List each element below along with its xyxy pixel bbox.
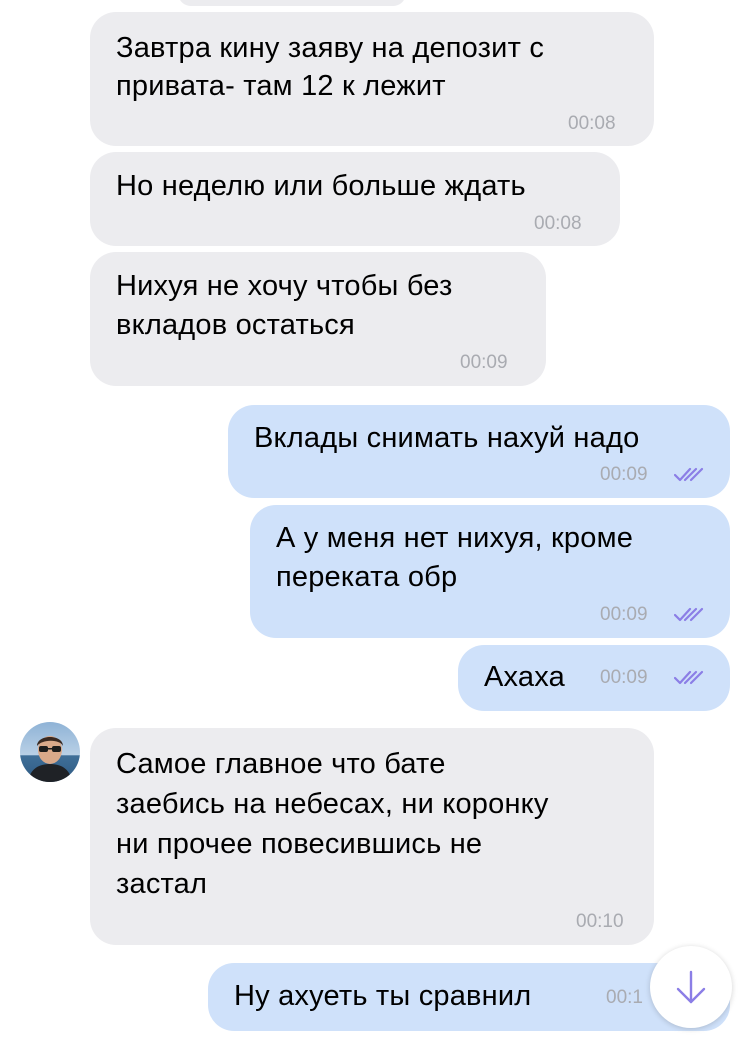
message-text-line: переката обр <box>276 561 458 593</box>
message-timestamp: 00:08 <box>534 213 582 234</box>
message-text-line: заебись на небесах, ни коронку <box>116 788 549 820</box>
message-timestamp: 00:09 <box>600 667 648 688</box>
message-text-line: Самое главное что бате <box>116 748 446 780</box>
message-text-line: застал <box>116 868 208 900</box>
message-timestamp: 00:09 <box>600 604 648 625</box>
message-text-line: Завтра кину заяву на депозит с <box>116 32 545 64</box>
message-text-line: Ну ахуеть ты сравнил <box>234 980 532 1012</box>
message-timestamp: 00:1 <box>606 987 643 1008</box>
double-check-icon <box>674 607 704 622</box>
message-text-line: вкладов остаться <box>116 309 355 341</box>
message-timestamp: 00:09 <box>460 352 508 373</box>
message-text-line: ни прочее повесившись не <box>116 828 483 860</box>
message-text-line: А у меня нет нихуя, кроме <box>276 522 634 554</box>
arrow-down-icon <box>676 970 706 1004</box>
message-timestamp: 00:10 <box>576 911 624 932</box>
double-check-icon <box>674 670 704 685</box>
message-timestamp: 00:09 <box>600 464 648 485</box>
message-text-line: Но неделю или больше ждать <box>116 170 526 202</box>
message-text-line: Вклады снимать нахуй надо <box>254 422 640 454</box>
message-text-line: привата- там 12 к лежит <box>116 70 446 102</box>
message-text-line: Нихуя не хочу чтобы без <box>116 270 453 302</box>
message-timestamp: 00:08 <box>568 113 616 134</box>
scroll-to-bottom-button[interactable] <box>650 946 732 1028</box>
sender-avatar[interactable] <box>20 722 80 782</box>
message-text-line: Ахаха <box>484 661 565 693</box>
avatar-image <box>20 722 80 782</box>
previous-message-fragment <box>178 0 406 6</box>
double-check-icon <box>674 467 704 482</box>
